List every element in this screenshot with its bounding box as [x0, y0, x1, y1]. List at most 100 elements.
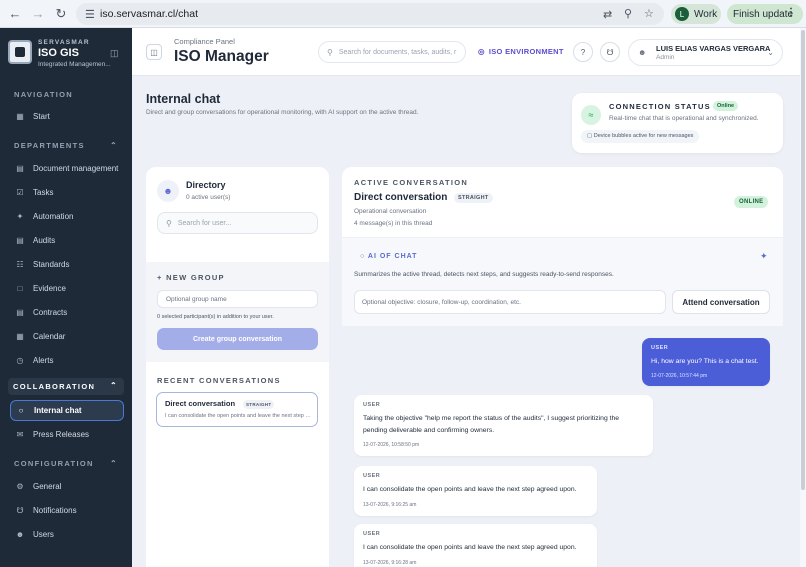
translate-icon[interactable]: ⇄ [603, 8, 612, 21]
section-collaboration[interactable]: COLLABORATION ⌃ [8, 378, 124, 395]
recent-conversation-title: Direct conversation [165, 399, 236, 408]
sparkles-icon[interactable]: ✦ [760, 251, 768, 262]
sidebar: SERVASMAR ISO GIS Integrated Managemen..… [0, 28, 132, 567]
sidebar-item-tasks[interactable]: ☑ Tasks [10, 182, 124, 203]
message-time: 12-07-2026, 10:57:44 pm [651, 373, 708, 379]
bell-icon: ☋ [16, 506, 24, 515]
conversation-panel: ACTIVE CONVERSATION Direct conversation … [342, 167, 783, 567]
chat-icon: ○ [18, 406, 24, 415]
search-icon: ⚲ [327, 47, 333, 57]
chevron-up-icon: ⌃ [110, 141, 119, 150]
clipboard-icon: ▤ [16, 236, 24, 245]
profile-chip[interactable]: L Work [671, 4, 721, 24]
global-search-input[interactable]: ⚲ Search for documents, tasks, audits, r [318, 41, 466, 63]
finish-update-label: Finish update [733, 8, 794, 20]
bookmark-star-icon[interactable]: ☆ [644, 7, 654, 20]
ai-title-label: AI OF CHAT [367, 253, 418, 260]
sidebar-item-general[interactable]: ⚙ General [10, 476, 124, 497]
sidebar-item-standards[interactable]: ☷ Standards [10, 254, 124, 275]
page-scrollbar[interactable] [800, 28, 806, 567]
user-search-input[interactable]: ⚲ Search for user... [157, 212, 318, 234]
sidebar-item-press-releases[interactable]: ✉ Press Releases [10, 424, 124, 445]
back-icon[interactable]: ← [5, 4, 25, 24]
sidebar-item-automation[interactable]: ✦ Automation [10, 206, 124, 227]
brand-company: SERVASMAR [38, 39, 90, 46]
sidebar-item-alerts[interactable]: ◷ Alerts [10, 350, 124, 371]
sidebar-item-label: Users [33, 530, 54, 539]
sidebar-item-notifications[interactable]: ☋ Notifications [10, 500, 124, 521]
calendar-icon: ▦ [16, 332, 24, 341]
recent-conversation-item[interactable]: Direct conversation STRAIGHT I can conso… [156, 392, 318, 427]
sidebar-item-users[interactable]: ☻ Users [10, 524, 124, 545]
attend-conversation-button[interactable]: Attend conversation [672, 290, 770, 314]
sidebar-item-label: Start [33, 112, 50, 121]
new-group-title: + NEW GROUP [157, 273, 225, 282]
message-text: I can consolidate the open points and le… [363, 486, 577, 493]
sidebar-item-label: Tasks [33, 188, 54, 197]
brand-logo [8, 40, 32, 64]
panel-toggle-icon[interactable]: ◫ [146, 44, 162, 60]
brand: SERVASMAR ISO GIS Integrated Managemen..… [8, 39, 132, 71]
active-users-count: 0 active user(s) [186, 194, 231, 201]
online-badge: ONLINE [734, 196, 769, 208]
document-icon: ▤ [16, 164, 24, 173]
spark-icon: ✦ [16, 212, 24, 221]
forward-icon[interactable]: → [28, 4, 48, 24]
zoom-icon[interactable]: ⚲ [624, 7, 632, 20]
main-content: Internal chat Direct and group conversat… [132, 76, 800, 567]
message-sender: USER [363, 531, 381, 537]
create-group-button[interactable]: Create group conversation [157, 328, 318, 350]
sidebar-item-label: Notifications [33, 506, 77, 515]
selected-participants-note: 0 selected participant(s) in addition to… [157, 314, 274, 320]
brand-name: ISO GIS [38, 47, 79, 59]
help-icon[interactable]: ? [573, 42, 593, 62]
sidebar-item-calendar[interactable]: ▦ Calendar [10, 326, 124, 347]
collapse-sidebar-icon[interactable]: ◫ [110, 48, 119, 59]
section-departments[interactable]: DEPARTMENTS ⌃ [14, 141, 132, 150]
section-configuration[interactable]: CONFIGURATION ⌃ [14, 459, 132, 468]
environment-selector[interactable]: ◎ ISO ENVIRONMENT [478, 47, 564, 56]
sidebar-item-evidence[interactable]: □ Evidence [10, 278, 124, 299]
sidebar-item-contracts[interactable]: ▤ Contracts [10, 302, 124, 323]
directory-panel: ☻ Directory 0 active user(s) ⚲ Search for… [146, 167, 329, 567]
device-bubbles-label: Device bubbles active for new messages [593, 133, 694, 139]
connection-description: Real-time chat that is operational and s… [609, 115, 759, 122]
new-group-section: + NEW GROUP Optional group name 0 select… [146, 262, 329, 362]
sidebar-item-label: Audits [33, 236, 56, 245]
sidebar-item-audits[interactable]: ▤ Audits [10, 230, 124, 251]
site-info-icon[interactable]: ☰ [85, 8, 95, 21]
connection-status-card: ≈ CONNECTION STATUS Online Real-time cha… [572, 93, 783, 153]
sidebar-item-label: Standards [33, 260, 70, 269]
browser-toolbar: ← → ↻ ☰ iso.servasmar.cl/chat ⇄ ⚲ ☆ L Wo… [0, 0, 806, 28]
message-list: USER Hi, how are you? This is a chat tes… [342, 327, 783, 567]
conversation-type-badge: STRAIGHT [454, 193, 493, 203]
ai-title: ○ AI OF CHAT [360, 253, 417, 260]
sidebar-item-label: Alerts [33, 356, 54, 365]
section-departments-label: DEPARTMENTS [14, 141, 85, 150]
users-icon: ☻ [157, 180, 179, 202]
sidebar-item-label: General [33, 482, 62, 491]
active-conversation-label: ACTIVE CONVERSATION [354, 178, 469, 187]
sidebar-item-label: Evidence [33, 284, 66, 293]
address-bar[interactable]: ☰ iso.servasmar.cl/chat ⇄ ⚲ ☆ [76, 3, 664, 25]
sidebar-item-internal-chat[interactable]: ○ Internal chat [10, 400, 124, 421]
sidebar-item-label: Contracts [33, 308, 68, 317]
user-menu[interactable]: ☻ LUIS ELIAS VARGAS VERGARA Admin ⌄ [628, 39, 783, 66]
sidebar-item-start[interactable]: ▦ Start [10, 106, 124, 127]
recent-conversation-preview: I can consolidate the open points and le… [165, 413, 313, 419]
message-line: Taking the objective "help me report the… [363, 415, 620, 422]
finish-update-button[interactable]: Finish update ⋮ [727, 4, 803, 24]
group-name-input[interactable]: Optional group name [157, 290, 318, 308]
bell-icon[interactable]: ☋ [600, 42, 620, 62]
more-menu-icon[interactable]: ⋮ [786, 7, 796, 18]
message-time: 13-07-2026, 9:16:25 am [363, 502, 417, 508]
scrollbar-thumb[interactable] [801, 30, 805, 490]
recent-conversations-title: RECENT CONVERSATIONS [157, 376, 281, 385]
message-time: 12-07-2026, 10:58:50 pm [363, 442, 420, 448]
checkbox-icon: ☑ [16, 188, 24, 197]
reload-icon[interactable]: ↻ [51, 4, 71, 24]
sidebar-item-document-management[interactable]: ▤ Document management [10, 158, 124, 179]
mail-icon: ✉ [16, 430, 24, 439]
profile-label: Work [694, 8, 718, 20]
objective-input[interactable]: Optional objective: closure, follow-up, … [354, 290, 666, 314]
